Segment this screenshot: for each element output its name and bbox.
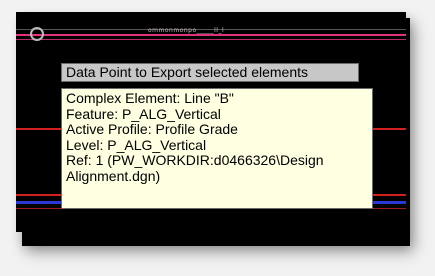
drawing-view[interactable]: ommonmonpo_____ll_l Data Point to Export… [16, 12, 406, 232]
tool-prompt: Data Point to Export selected elements [61, 63, 359, 82]
tooltip-line-ref-file: Alignment.dgn) [66, 167, 161, 184]
faint-element-text: ommonmonpo_____ll_l [148, 27, 225, 34]
tooltip-line-feature: Feature: P_ALG_Vertical [66, 105, 221, 122]
cursor-circle-icon [30, 27, 44, 41]
element-info-tooltip: Complex Element: Line "B" Feature: P_ALG… [61, 88, 373, 209]
tooltip-line-level: Level: P_ALG_Vertical [66, 136, 207, 153]
tooltip-line-active-profile: Active Profile: Profile Grade [66, 121, 238, 138]
pink-element-line[interactable] [16, 34, 406, 36]
tooltip-line-element: Complex Element: Line "B" [66, 90, 234, 106]
pink-element-line-secondary[interactable] [16, 39, 406, 40]
screenshot-page: ommonmonpo_____ll_l Data Point to Export… [0, 0, 435, 276]
tooltip-line-ref: Ref: 1 (PW_WORKDIR:d0466326\Design [66, 152, 324, 169]
